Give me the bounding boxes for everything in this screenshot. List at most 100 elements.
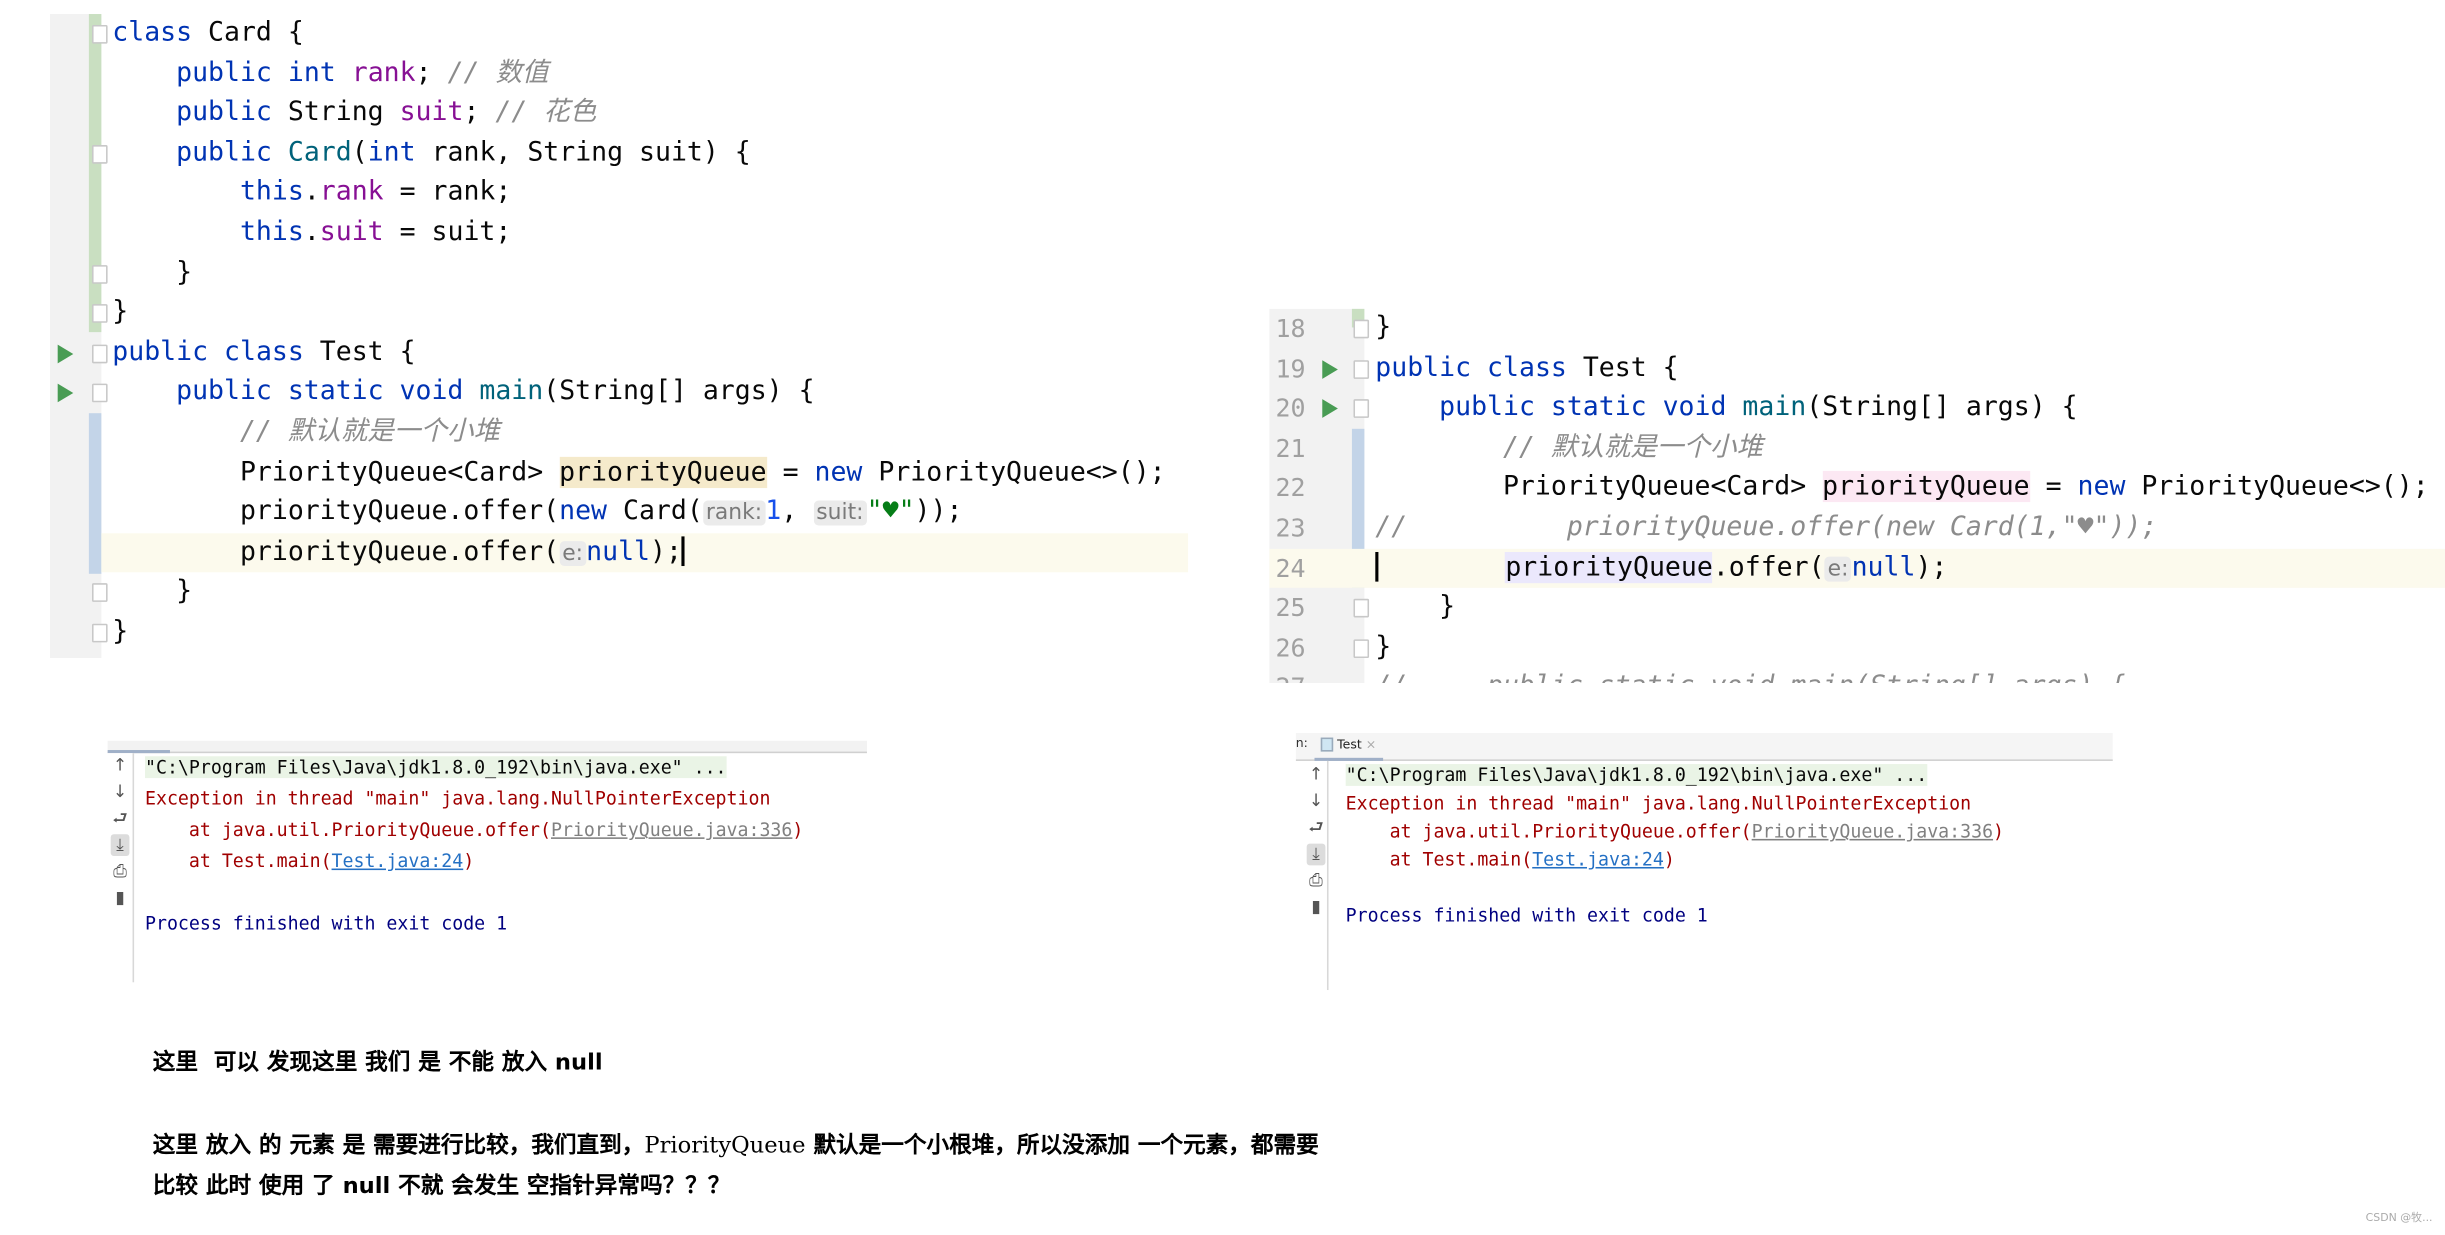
fold-icon[interactable]	[91, 144, 108, 164]
code-token: PriorityQueue<Card>	[112, 456, 560, 488]
stacktrace-link[interactable]: PriorityQueue.java:336	[551, 819, 792, 841]
code-line[interactable]: // 默认就是一个小堆	[1269, 428, 2445, 468]
code-line[interactable]: public int rank; // 数值	[50, 54, 1188, 94]
code-text: priorityQueue.offer(e: null);	[1375, 548, 1947, 589]
code-token: (String[] args) {	[543, 376, 815, 408]
scroll-to-end-icon[interactable]: ⤓	[1306, 843, 1326, 866]
stacktrace-link[interactable]: PriorityQueue.java:336	[1752, 820, 1993, 842]
soft-wrap-icon[interactable]: ⮐	[111, 808, 130, 830]
fold-icon[interactable]	[91, 264, 108, 284]
line-number: 23	[1275, 513, 1306, 543]
code-line[interactable]: // 默认就是一个小堆	[50, 413, 1188, 453]
right-run-console[interactable]: n: Test × ↑ ↓ ⮐ ⤓ ⎙ ▮ "C:\Program Files\Java\…	[1295, 732, 2113, 991]
fold-icon[interactable]	[91, 583, 108, 603]
code-text: }	[1375, 628, 1391, 668]
code-line[interactable]: class Card {	[50, 14, 1188, 54]
code-token: this	[239, 216, 304, 248]
code-token: public	[176, 136, 272, 169]
code-token: priorityQueue.offer(new Card(1,"♥"));	[1407, 511, 2158, 543]
code-token: new	[814, 456, 863, 488]
fold-icon[interactable]	[1353, 399, 1370, 419]
fold-icon[interactable]	[91, 24, 108, 44]
trash-icon[interactable]: ▮	[111, 887, 130, 909]
code-token: new	[559, 496, 608, 528]
right-code-editor[interactable]: } public class Test { public static void …	[1269, 308, 2445, 683]
fold-icon[interactable]	[91, 304, 108, 324]
code-token: this	[239, 176, 304, 208]
arrow-up-icon[interactable]: ↑	[1307, 764, 1326, 786]
left-run-console[interactable]: ↑ ↓ ⮐ ⤓ ⎙ ▮ "C:\Program Files\Java\jdk1.8.0_1…	[107, 740, 867, 983]
fold-icon[interactable]	[91, 384, 108, 403]
console-tab-bar: n: Test ×	[1295, 732, 2113, 761]
print-icon[interactable]: ⎙	[1307, 870, 1326, 892]
code-token: Card	[287, 136, 352, 169]
code-line[interactable]: }	[50, 573, 1188, 613]
arrow-up-icon[interactable]: ↑	[111, 755, 130, 777]
console-tab-test[interactable]: Test ×	[1314, 733, 1383, 761]
code-line[interactable]: }	[50, 254, 1188, 294]
console-line: at java.util.PriorityQueue.offer(Priorit…	[145, 814, 803, 845]
code-line[interactable]: public Card(int rank, String suit) {	[50, 134, 1188, 174]
close-icon[interactable]: ×	[1366, 738, 1376, 752]
soft-wrap-icon[interactable]: ⮐	[1307, 817, 1326, 839]
code-token: public	[176, 96, 272, 129]
code-line[interactable]: PriorityQueue<Card> priorityQueue = new …	[50, 453, 1188, 493]
code-token: null	[586, 536, 651, 568]
code-line[interactable]: }	[1269, 309, 2445, 349]
code-line[interactable]: this.suit = suit;	[50, 214, 1188, 254]
code-line[interactable]: }	[50, 293, 1188, 333]
code-token: "	[866, 496, 883, 528]
console-text: Exception in thread "main" java.lang.Nul…	[145, 787, 771, 810]
stacktrace-link[interactable]: Test.java:24	[332, 850, 464, 872]
arrow-down-icon[interactable]: ↓	[111, 781, 130, 803]
fold-icon[interactable]	[1353, 319, 1370, 339]
code-token: }	[112, 615, 129, 648]
left-code-editor[interactable]: class Card { public int rank; // 数值 publ…	[49, 14, 1189, 659]
run-icon[interactable]	[1322, 399, 1338, 419]
console-text: "C:\Program Files\Java\jdk1.8.0_192\bin\…	[1345, 764, 1928, 786]
fold-icon[interactable]	[91, 344, 108, 364]
code-text: public class Test {	[1375, 349, 1678, 389]
code-line[interactable]: }	[1269, 588, 2445, 628]
code-text: public int rank; // 数值	[112, 54, 548, 94]
stacktrace-link[interactable]: Test.java:24	[1532, 848, 1664, 870]
fold-icon[interactable]	[1353, 359, 1370, 379]
code-line[interactable]: public String suit; // 花色	[50, 94, 1188, 134]
code-line[interactable]: // public static void main(String[] args…	[1269, 668, 2445, 683]
run-icon[interactable]	[1322, 359, 1338, 379]
code-token: Card(	[607, 496, 703, 528]
print-icon[interactable]: ⎙	[111, 861, 130, 883]
code-line[interactable]: this.rank = rank;	[50, 174, 1188, 214]
console-line: at Test.main(Test.java:24)	[145, 845, 474, 876]
console-toolbar: ↑ ↓ ⮐ ⤓ ⎙ ▮	[107, 753, 135, 983]
trash-icon[interactable]: ▮	[1307, 897, 1326, 919]
fold-icon[interactable]	[1353, 638, 1370, 658]
code-line[interactable]: }	[1269, 628, 2445, 668]
code-line[interactable]: priorityQueue.offer(e: null);	[101, 532, 1189, 573]
run-icon[interactable]	[57, 344, 74, 364]
code-line[interactable]: public class Test {	[50, 333, 1188, 373]
code-text: // 默认就是一个小堆	[112, 413, 500, 453]
code-token: String	[271, 96, 400, 129]
scroll-to-end-icon[interactable]: ⤓	[110, 834, 130, 857]
run-icon[interactable]	[57, 384, 74, 403]
code-token: // 花色	[495, 96, 597, 129]
code-line[interactable]: public static void main(String[] args) {	[50, 373, 1188, 413]
code-line[interactable]: priorityQueue.offer(e: null);	[1269, 548, 2445, 589]
code-line[interactable]: public class Test {	[1269, 349, 2445, 389]
arrow-down-icon[interactable]: ↓	[1307, 791, 1326, 813]
code-line[interactable]: priorityQueue.offer(new Card(rank: 1, sui…	[50, 493, 1188, 533]
code-token: rank, String suit) {	[415, 136, 751, 169]
code-line[interactable]: }	[50, 613, 1188, 653]
file-icon	[1320, 737, 1334, 752]
fold-icon[interactable]	[1353, 599, 1370, 618]
line-number: 24	[1275, 552, 1306, 583]
note-code: PriorityQueue	[644, 1133, 806, 1159]
fold-icon[interactable]	[91, 623, 108, 643]
code-line[interactable]: // priorityQueue.offer(new Card(1,"♥"));	[1269, 508, 2445, 548]
code-token: PriorityQueue<>();	[862, 456, 1166, 488]
code-line[interactable]: PriorityQueue<Card> priorityQueue = new …	[1269, 468, 2445, 508]
code-line[interactable]: public static void main(String[] args) {	[1269, 389, 2445, 429]
